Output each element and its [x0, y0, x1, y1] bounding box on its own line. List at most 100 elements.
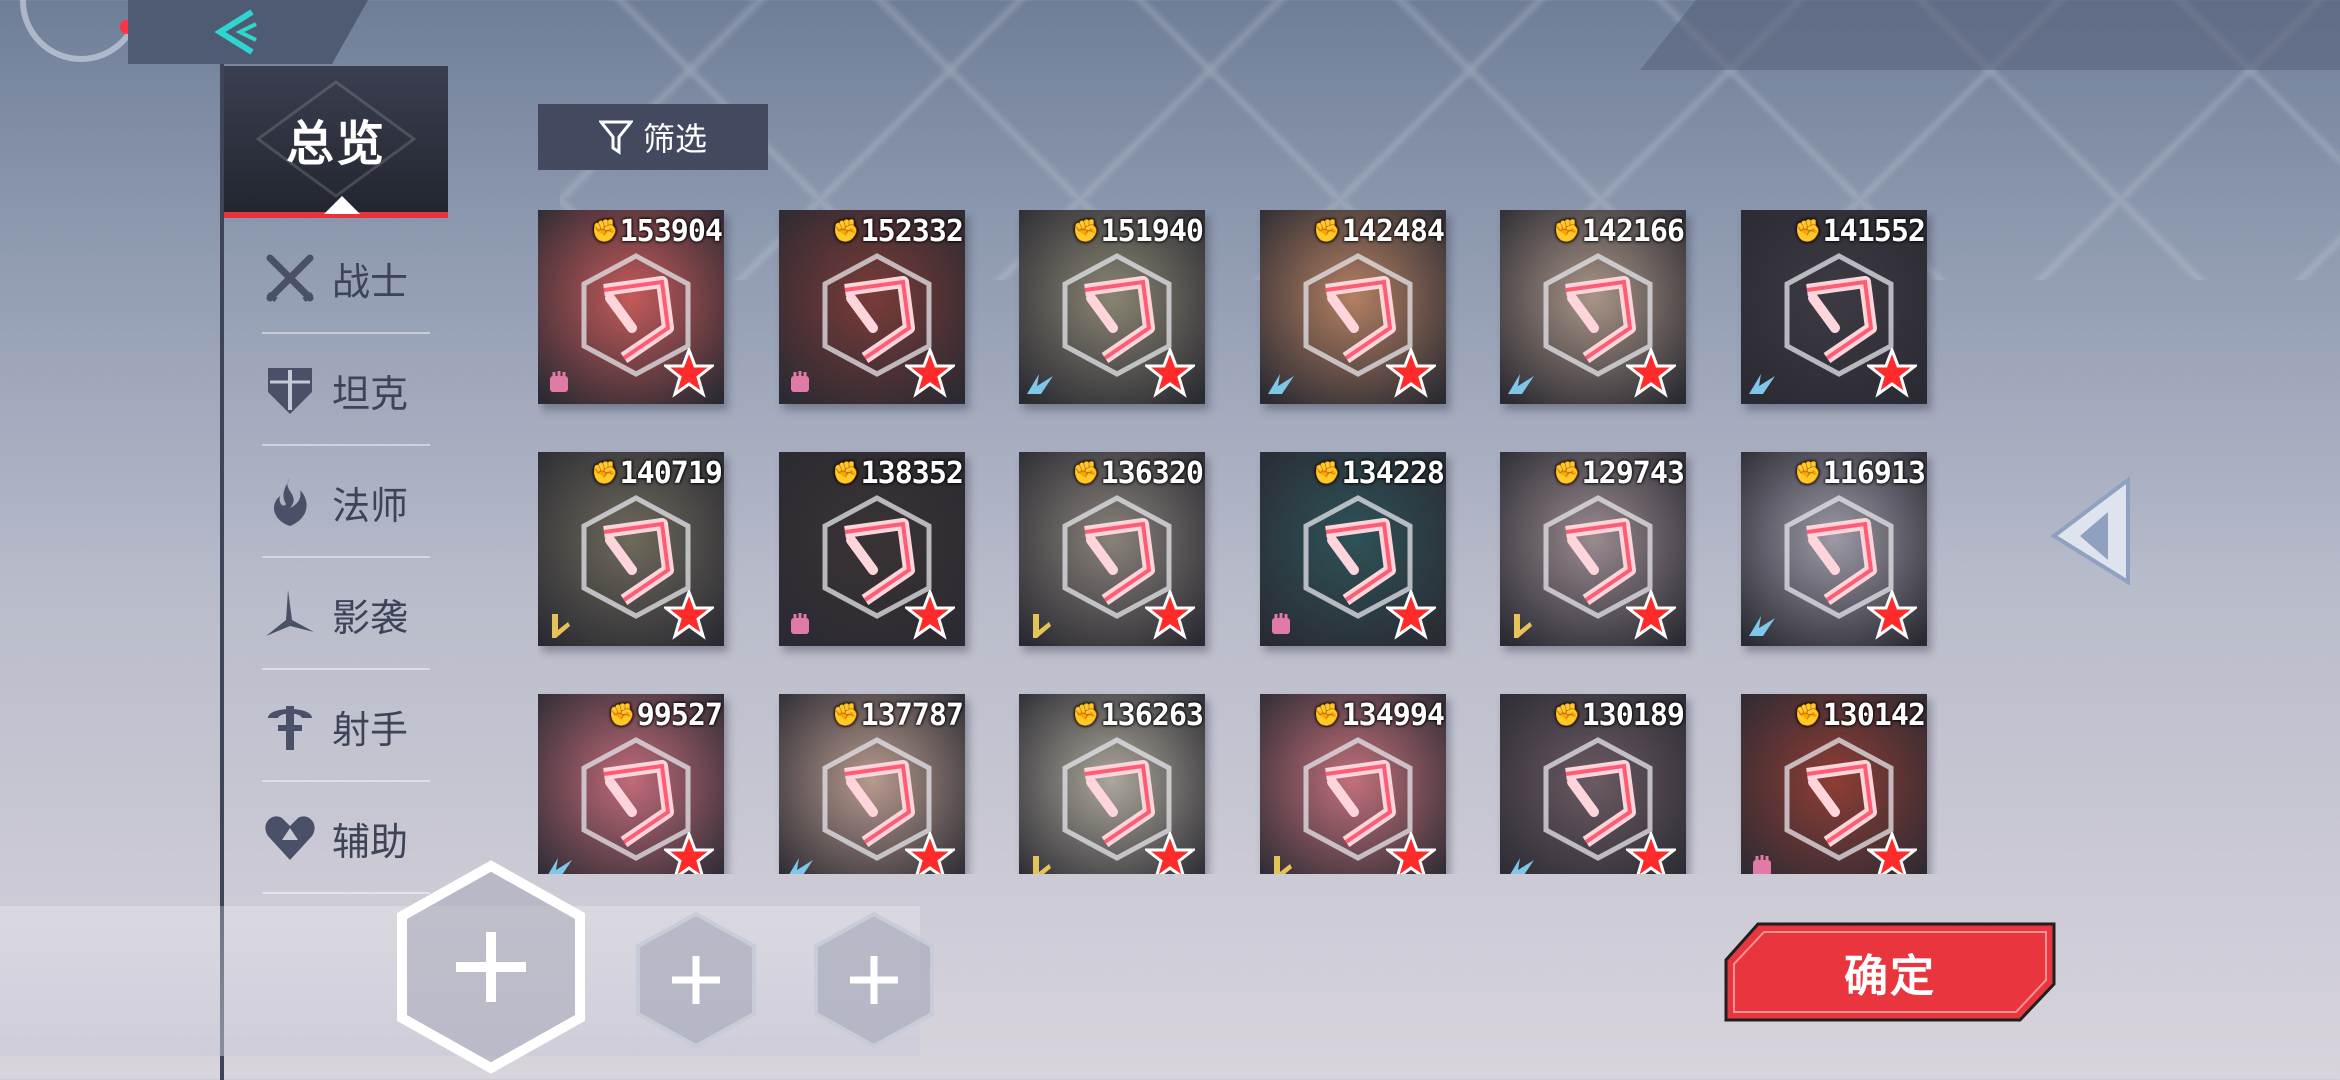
character-card[interactable]: ✊ 134994	[1260, 694, 1446, 874]
marksman-icon	[268, 706, 312, 750]
star-icon	[664, 832, 714, 874]
power-number: 142166	[1581, 214, 1685, 249]
power-number: 134994	[1341, 698, 1445, 733]
character-card[interactable]: ✊ 129743	[1500, 452, 1686, 646]
character-card[interactable]: ✊ 153904	[538, 210, 724, 404]
team-slot-1[interactable]	[394, 860, 588, 1078]
fist-icon: ✊	[1794, 219, 1821, 244]
character-card[interactable]: ✊ 151940	[1019, 210, 1205, 404]
power-number: 136320	[1100, 456, 1204, 491]
wing-icon	[789, 858, 813, 874]
top-band	[1640, 0, 2340, 70]
arrow-left-icon	[2050, 475, 2130, 586]
sidebar-item-label: 法师	[332, 483, 409, 528]
sidebar-item-label: 战士	[332, 259, 409, 304]
power-value: ✊ 142166	[1553, 214, 1685, 249]
character-card[interactable]: ✊ 116913	[1741, 452, 1927, 646]
sidebar-item-mage[interactable]: 法师	[262, 448, 430, 558]
chevron-left-icon	[214, 9, 257, 55]
power-value: ✊ 130142	[1794, 698, 1926, 733]
sidebar-item-marksman[interactable]: 射手	[262, 672, 430, 782]
diamond-frame-icon	[255, 80, 417, 198]
character-card[interactable]: ✊ 142484	[1260, 210, 1446, 404]
fist-icon	[1753, 855, 1771, 874]
fist-icon: ✊	[1553, 219, 1580, 244]
pen-icon	[1033, 856, 1051, 874]
power-value: ✊ 116913	[1794, 456, 1926, 491]
sidebar-item-assassin[interactable]: 影袭	[262, 560, 430, 670]
pen-icon	[552, 614, 570, 638]
add-icon	[636, 911, 756, 1049]
fist-icon: ✊	[832, 703, 859, 728]
sidebar-item-warrior[interactable]: 战士	[262, 224, 430, 334]
power-value: ✊ 99527	[608, 698, 723, 733]
pen-icon	[1033, 614, 1051, 638]
wing-icon	[1749, 616, 1775, 636]
power-value: ✊ 141552	[1794, 214, 1926, 249]
assassin-icon	[266, 590, 314, 636]
character-card[interactable]: ✊ 140719	[538, 452, 724, 646]
fist-icon: ✊	[591, 461, 618, 486]
character-card[interactable]: ✊ 99527	[538, 694, 724, 874]
fist-icon: ✊	[1553, 461, 1580, 486]
fist-icon: ✊	[1313, 461, 1340, 486]
back-button[interactable]	[200, 4, 280, 60]
power-number: 151940	[1100, 214, 1204, 249]
fist-icon: ✊	[1072, 461, 1099, 486]
star-icon	[1867, 348, 1917, 398]
character-card[interactable]: ✊ 136320	[1019, 452, 1205, 646]
fist-icon: ✊	[832, 461, 859, 486]
add-icon	[814, 911, 934, 1049]
character-card[interactable]: ✊ 130142	[1741, 694, 1927, 874]
tank-icon	[268, 368, 312, 414]
power-number: 134228	[1341, 456, 1445, 491]
fist-icon: ✊	[1553, 703, 1580, 728]
character-card[interactable]: ✊ 137787	[779, 694, 965, 874]
power-value: ✊ 142484	[1313, 214, 1445, 249]
confirm-button[interactable]: 确定	[1724, 922, 2056, 1022]
power-number: 130189	[1581, 698, 1685, 733]
sidebar-item-tank[interactable]: 坦克	[262, 336, 430, 446]
tab-overview[interactable]: 总览	[224, 66, 448, 218]
team-slot-2[interactable]	[634, 910, 758, 1054]
fist-icon: ✊	[1072, 219, 1099, 244]
power-value: ✊ 140719	[591, 456, 723, 491]
star-icon	[905, 590, 955, 640]
character-card[interactable]: ✊ 136263	[1019, 694, 1205, 874]
character-card[interactable]: ✊ 138352	[779, 452, 965, 646]
star-icon	[664, 348, 714, 398]
character-card[interactable]: ✊ 130189	[1500, 694, 1686, 874]
collapse-arrow-button[interactable]	[2048, 475, 2136, 586]
mage-icon	[274, 478, 307, 526]
power-number: 129743	[1581, 456, 1685, 491]
warrior-icon	[266, 254, 314, 302]
fist-icon: ✊	[1313, 703, 1340, 728]
power-value: ✊ 153904	[591, 214, 723, 249]
power-value: ✊ 151940	[1072, 214, 1204, 249]
star-icon	[1626, 832, 1676, 874]
fist-icon	[791, 371, 809, 392]
power-number: 136263	[1100, 698, 1204, 733]
star-icon	[1145, 832, 1195, 874]
sidebar-item-label: 射手	[332, 707, 409, 752]
star-icon	[1386, 832, 1436, 874]
power-value: ✊ 130189	[1553, 698, 1685, 733]
star-icon	[1867, 590, 1917, 640]
star-icon	[1386, 348, 1436, 398]
team-slot-3[interactable]	[812, 910, 936, 1054]
character-card[interactable]: ✊ 152332	[779, 210, 965, 404]
character-card[interactable]: ✊ 134228	[1260, 452, 1446, 646]
filter-label: 筛选	[642, 120, 707, 158]
wing-icon	[1749, 374, 1775, 394]
character-card[interactable]: ✊ 142166	[1500, 210, 1686, 404]
pen-icon	[1514, 614, 1532, 638]
star-icon	[1386, 590, 1436, 640]
power-number: 140719	[619, 456, 723, 491]
fist-icon	[550, 371, 568, 392]
sidebar-item-label: 影袭	[332, 595, 409, 640]
add-icon	[397, 860, 585, 1074]
power-number: 130142	[1822, 698, 1926, 733]
character-card[interactable]: ✊ 141552	[1741, 210, 1927, 404]
wing-icon	[1508, 374, 1534, 394]
filter-button[interactable]: 筛选	[538, 104, 768, 170]
